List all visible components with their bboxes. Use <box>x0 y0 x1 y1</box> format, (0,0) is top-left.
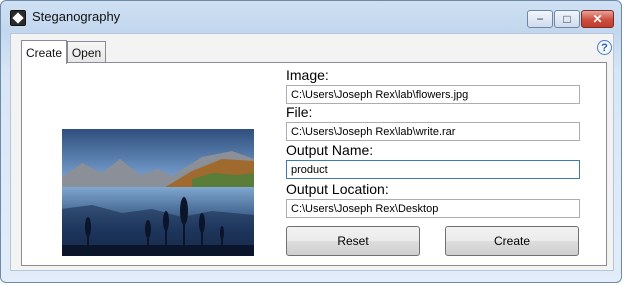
help-glyph: ? <box>601 41 608 54</box>
tab-create-label: Create <box>25 45 63 60</box>
create-button-label: Create <box>493 234 531 248</box>
image-path-field[interactable] <box>286 85 580 104</box>
tab-open-label: Open <box>71 45 102 60</box>
minimize-icon: − <box>536 12 544 26</box>
app-window: Steganography − □ ✕ Create Open ? Image:… <box>0 0 622 283</box>
tab-open[interactable]: Open <box>67 41 106 63</box>
reset-button[interactable]: Reset <box>286 226 420 256</box>
close-icon: ✕ <box>592 12 603 26</box>
file-label: File: <box>286 104 313 120</box>
output-location-label: Output Location: <box>286 181 389 197</box>
app-icon <box>10 10 26 26</box>
landscape-image <box>62 129 254 256</box>
title-bar[interactable]: Steganography − □ ✕ <box>1 1 621 33</box>
image-preview <box>62 129 254 256</box>
output-name-label: Output Name: <box>286 142 374 158</box>
reset-button-label: Reset <box>337 234 369 248</box>
maximize-icon: □ <box>563 12 571 26</box>
maximize-button[interactable]: □ <box>554 10 580 28</box>
window-title: Steganography <box>32 9 121 24</box>
minimize-button[interactable]: − <box>527 10 553 28</box>
output-name-field[interactable] <box>286 160 580 179</box>
close-button[interactable]: ✕ <box>581 10 614 28</box>
help-icon[interactable]: ? <box>597 40 612 55</box>
file-path-field[interactable] <box>286 122 580 141</box>
create-button[interactable]: Create <box>445 226 579 256</box>
output-location-field[interactable] <box>286 199 580 218</box>
tab-create[interactable]: Create <box>21 40 67 64</box>
image-label: Image: <box>286 67 329 83</box>
tab-panel-create: Image: File: Output Name: Output Locatio… <box>21 62 607 266</box>
client-area: Create Open ? Image: C:\Users\Joseph Rex… <box>10 33 614 271</box>
